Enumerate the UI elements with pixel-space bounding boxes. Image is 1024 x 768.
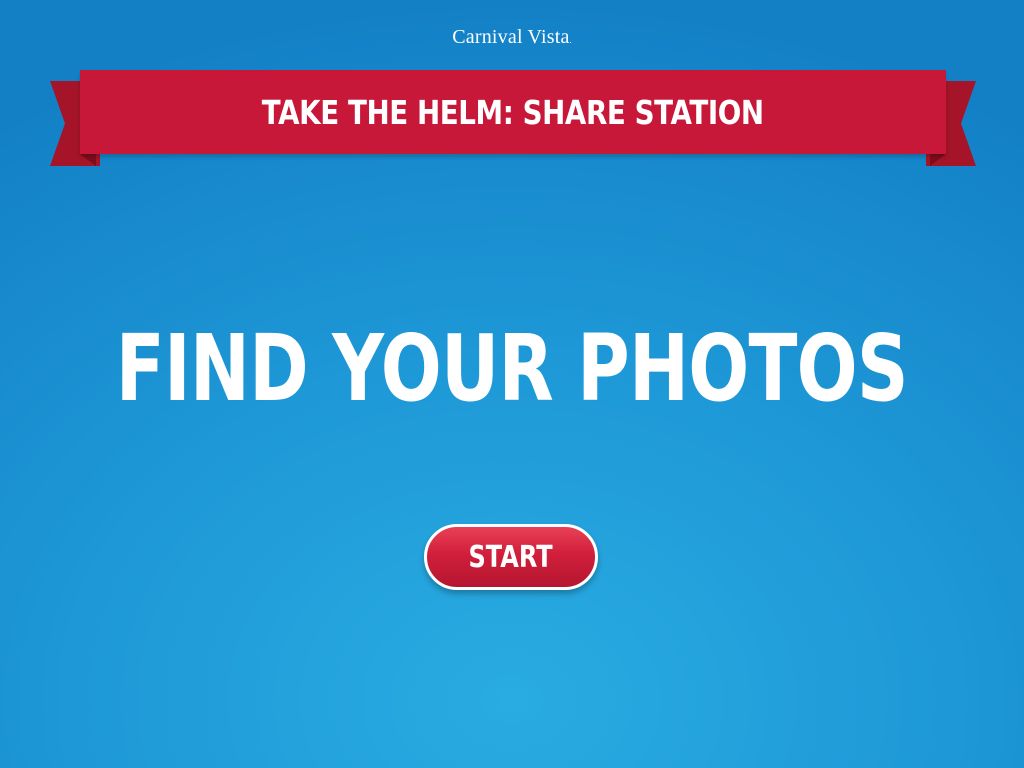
ribbon-main: TAKE THE HELM: SHARE STATION — [80, 70, 946, 154]
brand-logo: Carnival Vista. — [0, 24, 1024, 54]
title-banner: TAKE THE HELM: SHARE STATION — [50, 70, 976, 166]
banner-title: TAKE THE HELM: SHARE STATION — [262, 92, 764, 132]
start-button[interactable]: START — [424, 524, 598, 590]
headline-text: FIND YOUR PHOTOS — [115, 315, 909, 422]
brand-trademark: . — [569, 36, 572, 45]
start-button-label: START — [468, 539, 554, 575]
brand-name: Carnival Vista — [452, 26, 570, 48]
page-headline: FIND YOUR PHOTOS — [0, 316, 1024, 422]
